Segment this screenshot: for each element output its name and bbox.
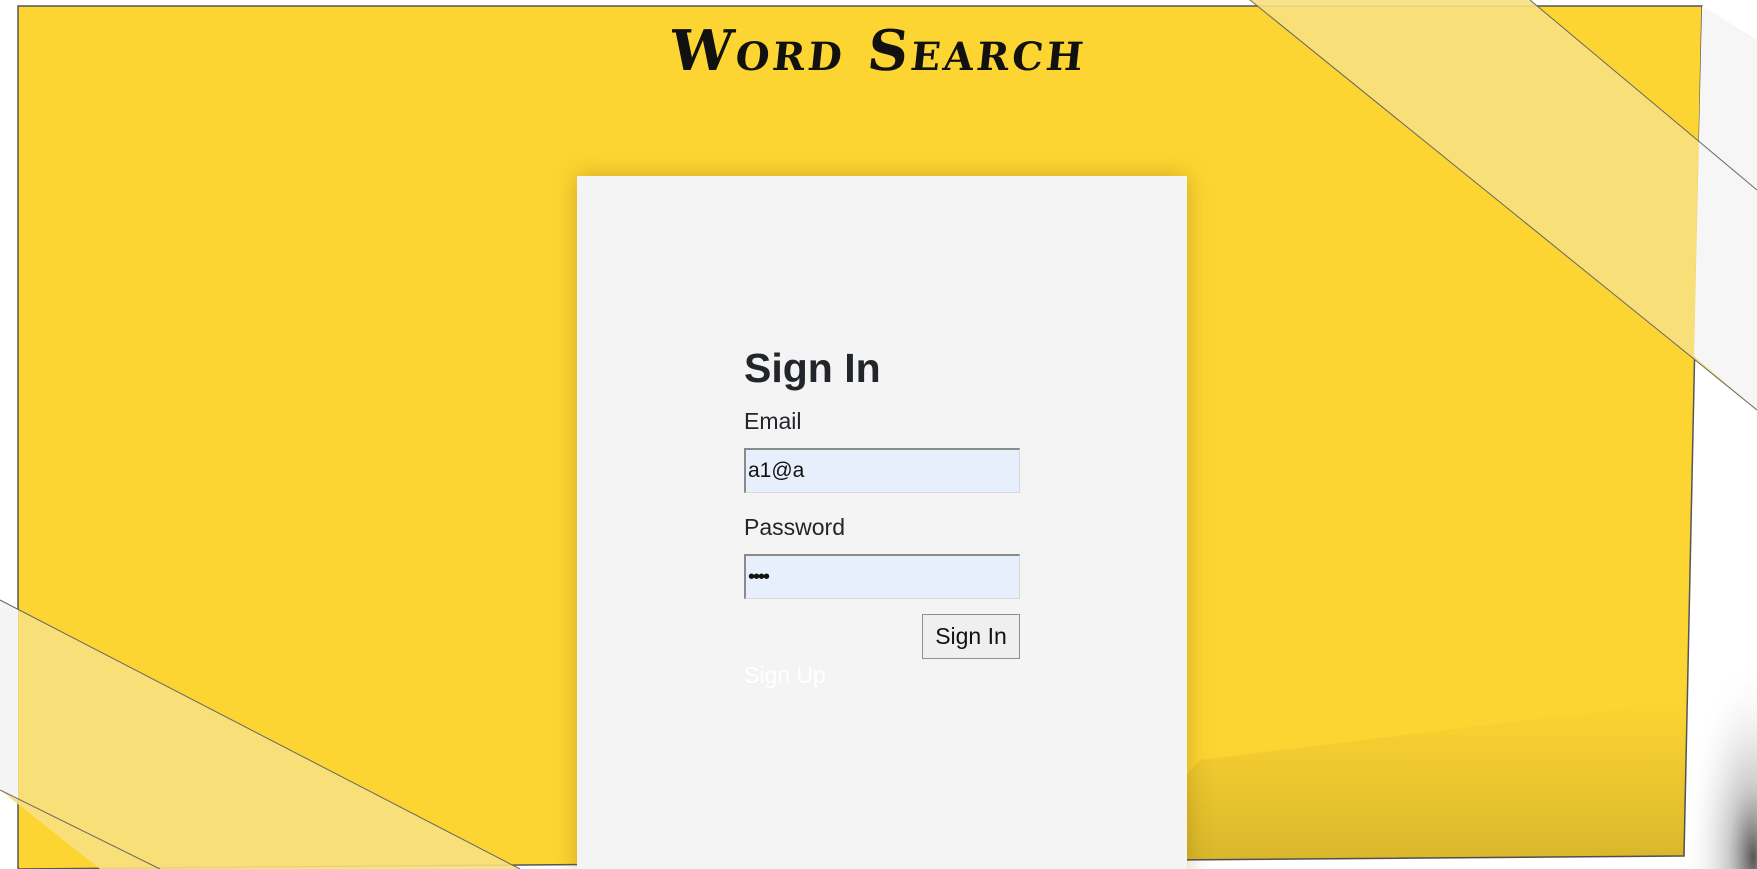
signup-link[interactable]: Sign Up xyxy=(744,662,826,689)
signin-card: Sign In Email Password Sign In Sign Up xyxy=(577,176,1187,869)
password-field[interactable] xyxy=(744,554,1020,599)
email-field[interactable] xyxy=(744,448,1020,493)
signin-form: Sign In Email Password Sign In Sign Up xyxy=(744,344,1020,689)
signin-heading: Sign In xyxy=(744,345,881,391)
form-actions: Sign In xyxy=(744,614,1020,659)
password-label: Password xyxy=(744,514,845,540)
page-title: Word Search xyxy=(666,18,1091,84)
signin-button[interactable]: Sign In xyxy=(922,614,1020,659)
email-label: Email xyxy=(744,408,802,434)
app-window: Word Search Sign In Email Password Sign … xyxy=(0,0,1757,869)
